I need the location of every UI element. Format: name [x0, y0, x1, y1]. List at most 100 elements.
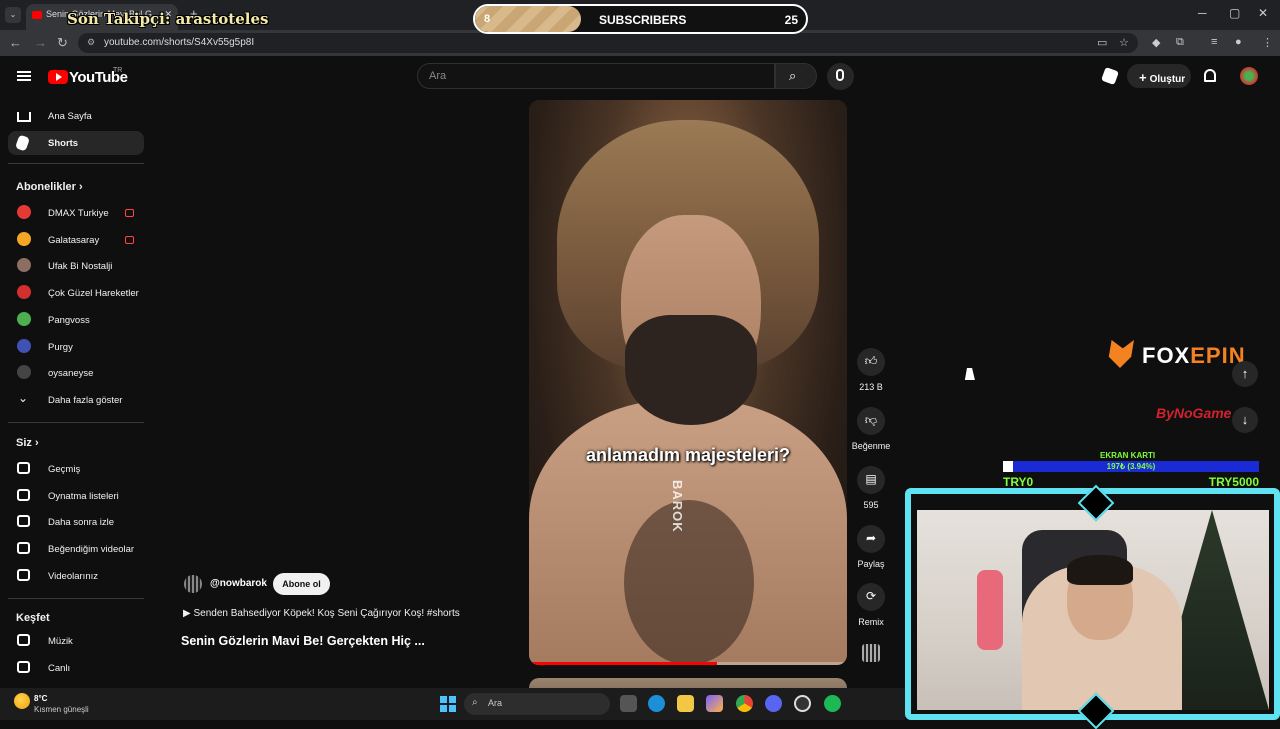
sidebar-item-daha-sonra-izle[interactable]: Daha sonra izle — [8, 510, 144, 534]
video-progress-bar[interactable] — [529, 662, 847, 665]
explore-heading: Keşfet — [16, 612, 50, 624]
comment-icon: ▤ — [865, 472, 877, 486]
create-button[interactable]: + Oluştur — [1127, 64, 1191, 88]
sidebar-item-beğendiğim-videolar[interactable]: Beğendiğim videolar — [8, 537, 144, 561]
video-title[interactable]: Senin Gözlerin Mavi Be! Gerçekten Hiç ..… — [181, 634, 425, 648]
sidebar-item-müzik[interactable]: Müzik — [8, 629, 144, 653]
sidebar-item-geçmiş[interactable]: Geçmiş — [8, 457, 144, 481]
foxepin-fox: FOX — [1142, 343, 1191, 368]
sidebar-item-label: oysaneyse — [48, 368, 94, 380]
shorts-icon — [14, 134, 31, 152]
sidebar-item-galatasaray[interactable]: Galatasaray — [8, 228, 144, 252]
remix-icon: ⟳ — [865, 589, 877, 603]
task-view-icon[interactable] — [620, 695, 637, 712]
channel-avatar[interactable] — [184, 575, 202, 593]
windows-start-icon[interactable] — [440, 696, 456, 712]
video-caption: anlamadım majesteleri? — [585, 445, 791, 465]
subscribers-goal-widget: 8 SUBSCRIBERS 25 — [473, 4, 808, 34]
you-heading[interactable]: Siz › — [16, 437, 39, 449]
copilot-icon[interactable] — [706, 695, 723, 712]
sidebar-item-canlı[interactable]: Canlı — [8, 656, 144, 680]
forward-icon[interactable]: → — [34, 35, 47, 50]
obs-icon[interactable] — [794, 695, 811, 712]
file-explorer-icon[interactable] — [677, 695, 694, 712]
minimize-button[interactable]: ─ — [1198, 6, 1207, 20]
close-window-button[interactable]: ✕ — [1258, 6, 1268, 20]
live-indicator-icon — [125, 235, 134, 244]
media-icon[interactable]: ≡ — [1211, 36, 1217, 48]
sidebar-item-videolarınız[interactable]: Videolarınız — [8, 564, 144, 588]
sidebar-item-label: Galatasaray — [48, 234, 100, 246]
video-description[interactable]: ▶ Senden Bahsediyor Köpek! Koş Seni Çağı… — [183, 608, 460, 619]
menu-dots-icon[interactable]: ⋮ — [1262, 36, 1273, 49]
discord-icon[interactable] — [765, 695, 782, 712]
maximize-button[interactable]: ▢ — [1229, 6, 1240, 20]
taskbar-search[interactable]: ⌕ Ara — [464, 693, 610, 715]
sidebar-item-oynatma-listeleri[interactable]: Oynatma listeleri — [8, 484, 144, 508]
clock-icon — [17, 515, 30, 528]
profile-icon[interactable]: ● — [1235, 36, 1242, 48]
puzzle-icon[interactable]: ⧉ — [1176, 36, 1184, 49]
tab-list-button[interactable]: ⌄ — [5, 7, 21, 23]
sidebar-item-label: Purgy — [48, 341, 73, 353]
reload-icon[interactable]: ↻ — [57, 35, 68, 51]
sidebar-item-shorts[interactable]: Shorts — [8, 131, 144, 155]
sidebar-item-label: Daha sonra izle — [48, 517, 115, 529]
thumbs-down-icon: 👎︎ — [864, 413, 878, 427]
search-input[interactable]: Ara — [417, 63, 775, 89]
channel-avatar — [17, 205, 31, 219]
weather-temperature[interactable]: 8°C — [34, 694, 47, 703]
account-avatar[interactable] — [1240, 67, 1258, 85]
channel-name[interactable]: @nowbarok — [210, 578, 267, 589]
spotify-icon[interactable] — [824, 695, 841, 712]
back-icon[interactable]: ← — [9, 35, 22, 50]
sidebar-item-ufak-bi-nostalji[interactable]: Ufak Bi Nostalji — [8, 254, 144, 278]
show-more-label: Daha fazla göster — [48, 395, 123, 406]
sidebar-item-purgy[interactable]: Purgy — [8, 335, 144, 359]
comments-button[interactable]: ▤ — [857, 466, 885, 494]
subscriptions-heading[interactable]: Abonelikler › — [16, 181, 83, 193]
sidebar-item-pangvoss[interactable]: Pangvoss — [8, 308, 144, 332]
subscriptions-heading-label: Abonelikler — [16, 181, 76, 193]
sidebar-item-label: DMAX Turkiye — [48, 208, 109, 219]
sidebar-item-dmax-turkiye[interactable]: DMAX Turkiye — [8, 201, 144, 225]
share-button[interactable]: ➦ — [857, 525, 885, 553]
bookmark-star-icon[interactable]: ☆ — [1119, 36, 1129, 49]
dislike-button[interactable]: 👎︎ — [857, 407, 885, 435]
chevron-down-icon: ⌄ — [18, 391, 29, 405]
sidebar-item-oysaneyse[interactable]: oysaneyse — [8, 361, 144, 385]
weather-condition[interactable]: Kısmen güneşli — [34, 705, 89, 714]
sound-thumbnail[interactable] — [862, 644, 880, 662]
extension-icon[interactable]: ◆ — [1152, 36, 1160, 49]
live-icon — [17, 660, 30, 673]
sidebar-item-çok-güzel-hareketler[interactable]: Çok Güzel Hareketler — [8, 281, 144, 305]
next-short-button[interactable]: ↓ — [1232, 407, 1258, 433]
like-button[interactable]: 👍︎ — [857, 348, 885, 376]
edge-icon[interactable] — [648, 695, 665, 712]
url-field[interactable]: ⚙ youtube.com/shorts/S4Xv55g5p8I — [78, 33, 1138, 53]
sidebar-divider — [8, 598, 144, 599]
search-button[interactable]: ⌕ — [775, 63, 817, 89]
site-info-icon[interactable]: ⚙ — [87, 37, 95, 48]
subscribe-button[interactable]: Abone ol — [273, 573, 330, 595]
remix-button[interactable]: ⟳ — [857, 583, 885, 611]
sidebar-item-home[interactable]: Ana Sayfa — [8, 104, 144, 128]
chrome-icon[interactable] — [736, 695, 753, 712]
sidebar-item-label: Beğendiğim videolar — [48, 544, 135, 556]
sidebar-item-label: Ana Sayfa — [48, 111, 92, 122]
shorts-video-player[interactable]: anlamadım majesteleri? BAROK — [529, 100, 847, 665]
cast-icon[interactable]: ▭ — [1097, 36, 1107, 49]
channel-avatar — [17, 231, 31, 246]
show-more-button[interactable]: ⌄ Daha fazla göster — [8, 388, 144, 412]
voice-search-button[interactable] — [827, 63, 854, 90]
share-label: Paylaş — [857, 559, 885, 569]
sidebar-divider — [8, 163, 144, 164]
notifications-bell-icon[interactable] — [1204, 69, 1216, 82]
subscribers-current: 8 — [484, 13, 491, 25]
bynogame-logo: ByNoGame — [1156, 405, 1232, 421]
donation-goal-max: TRY5000 — [1208, 475, 1259, 489]
previous-short-button[interactable]: ↑ — [1232, 361, 1258, 387]
youtube-logo-icon[interactable] — [48, 70, 68, 84]
menu-icon[interactable] — [17, 71, 31, 81]
weather-sun-icon[interactable] — [14, 693, 30, 709]
